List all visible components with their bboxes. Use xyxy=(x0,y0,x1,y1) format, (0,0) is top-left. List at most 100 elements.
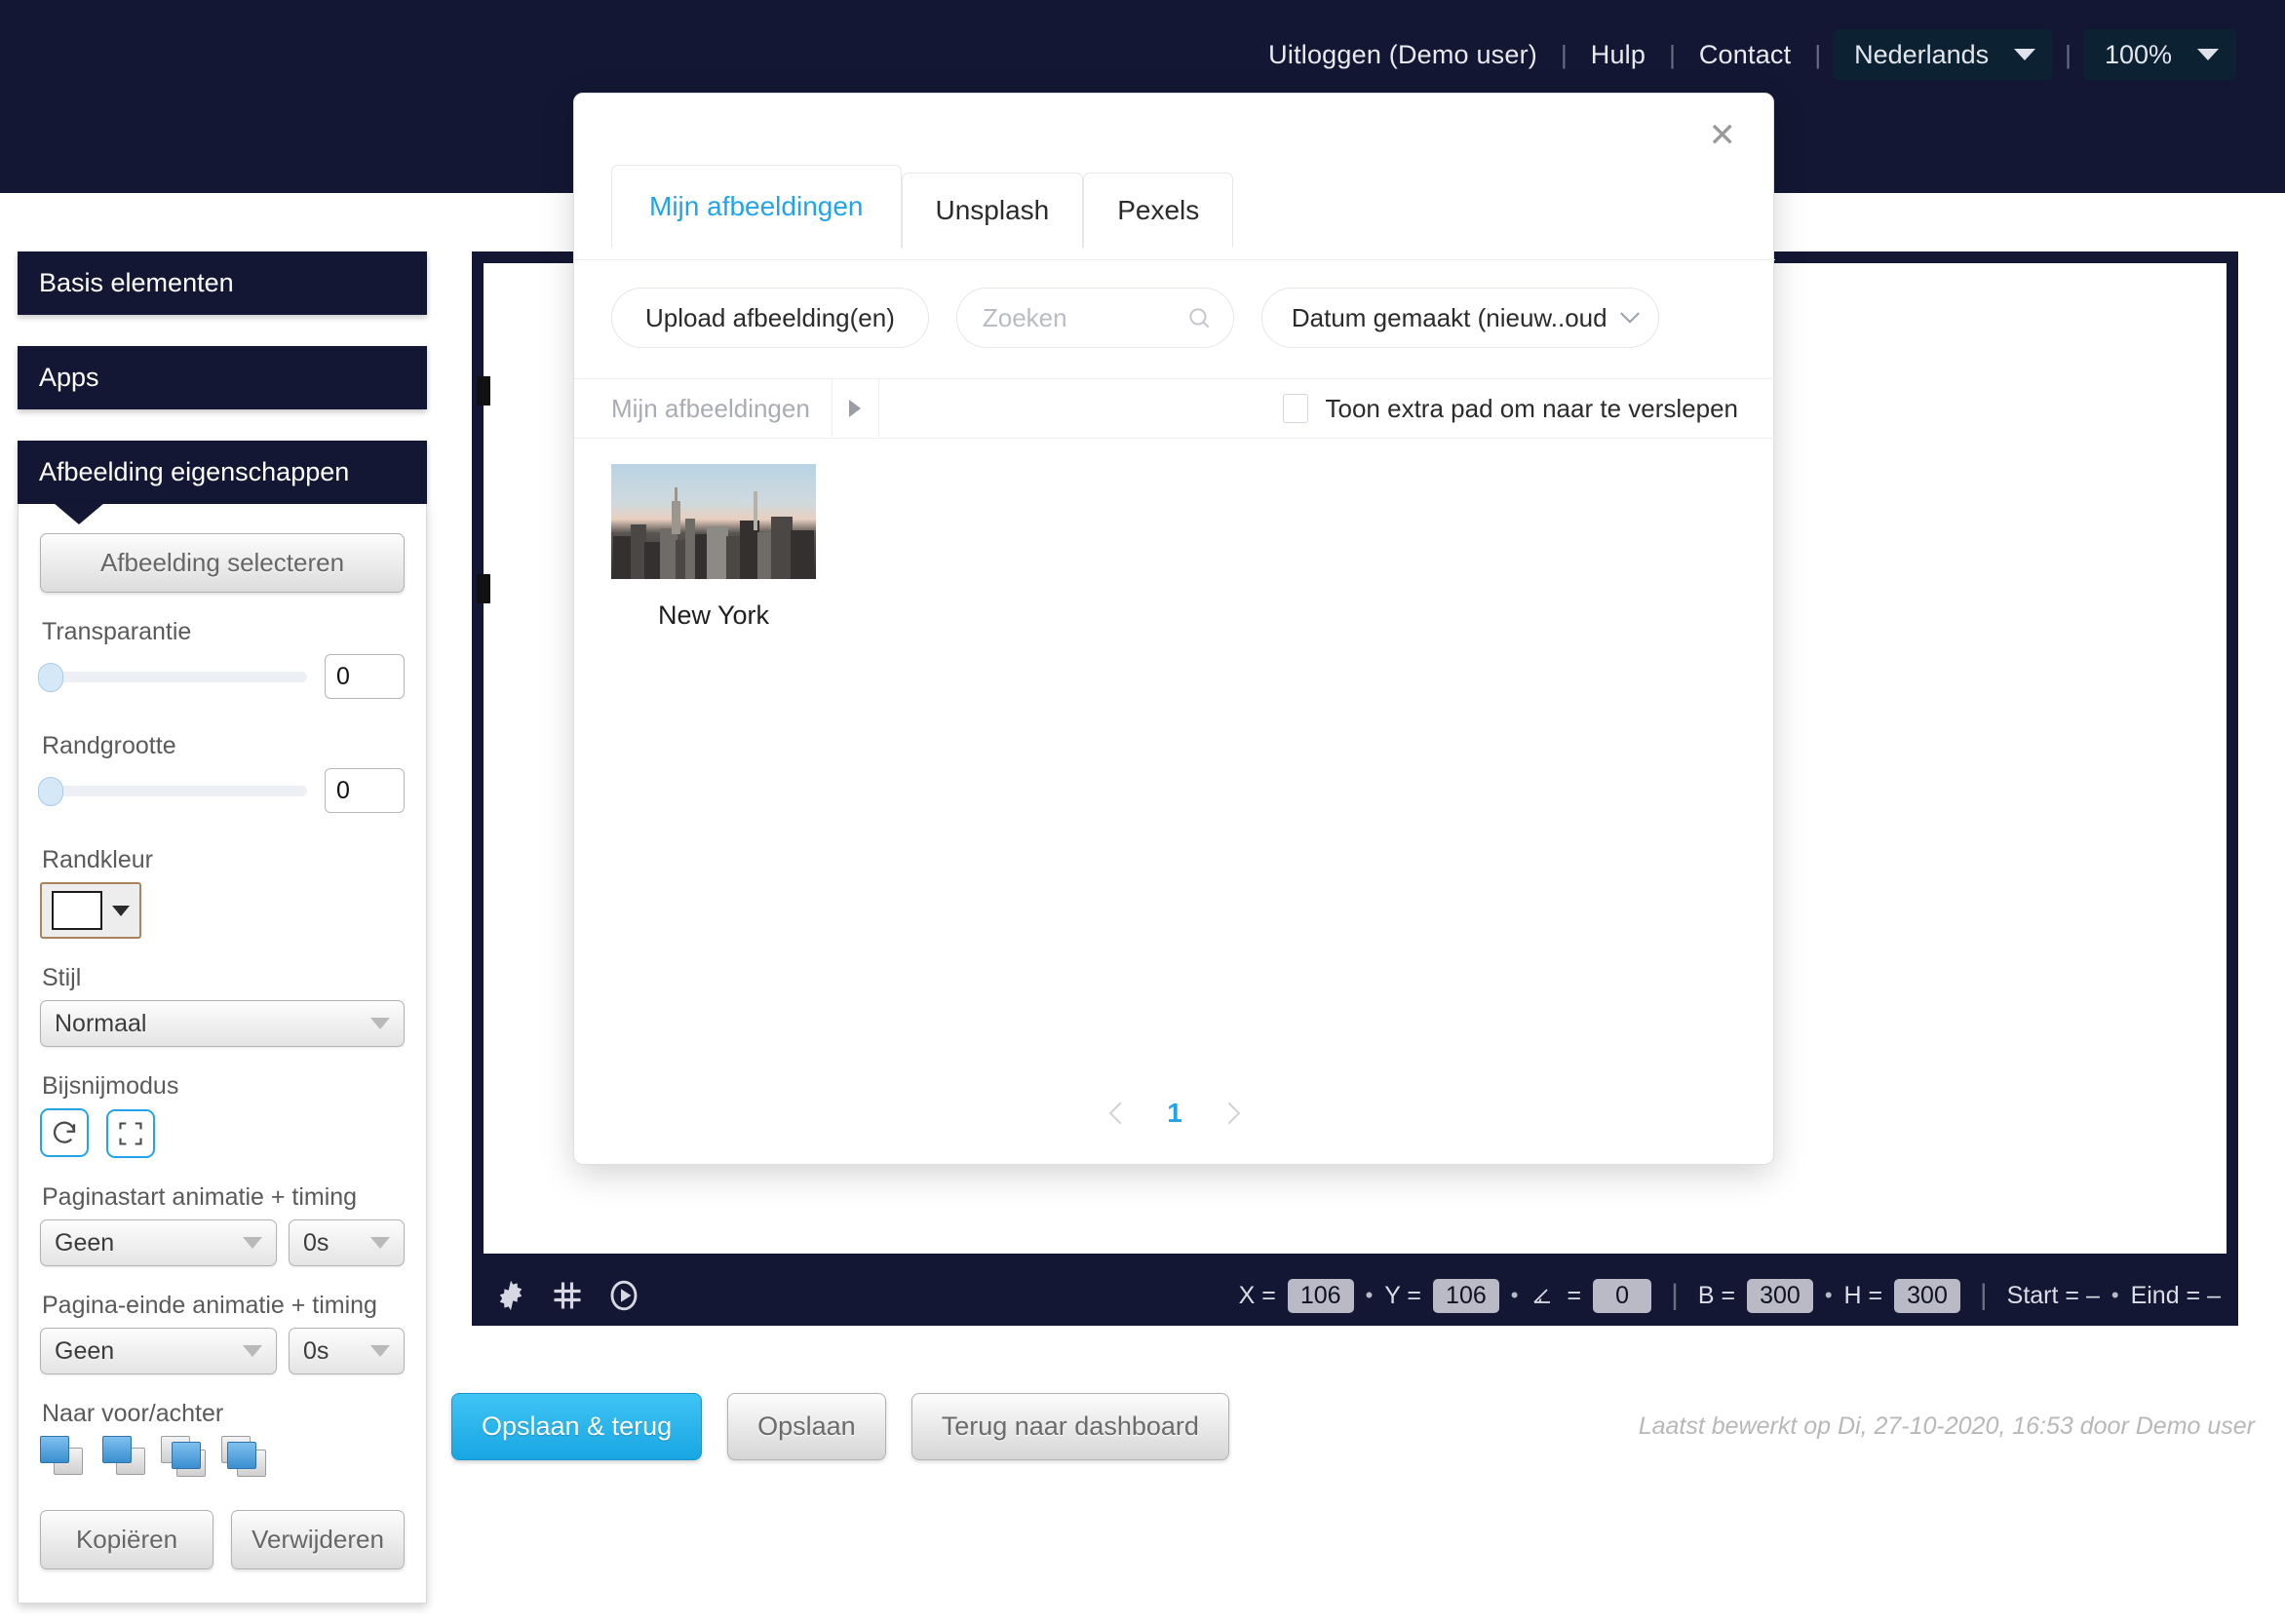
start-text: Start = – xyxy=(2006,1281,2100,1309)
chevron-down-icon xyxy=(242,1345,262,1357)
border-size-slider[interactable] xyxy=(38,776,307,806)
end-text: Eind = – xyxy=(2130,1281,2221,1309)
crop-mode-fit-button[interactable] xyxy=(106,1109,156,1158)
language-selector[interactable]: Nederlands xyxy=(1833,29,2054,80)
width-label: B = xyxy=(1697,1281,1736,1309)
transparency-input[interactable]: 0 xyxy=(325,654,405,699)
crop-mode-label: Bijsnijmodus xyxy=(42,1072,179,1100)
border-size-input[interactable]: 0 xyxy=(325,768,405,813)
show-drag-path-label: Toon extra pad om naar te verslepen xyxy=(1325,393,1738,423)
image-picker-modal: ✕ Mijn afbeeldingen Unsplash Pexels Uplo… xyxy=(573,93,1775,1165)
sort-select[interactable]: Datum gemaakt (nieuw..oud xyxy=(1260,288,1659,348)
send-to-back-icon[interactable] xyxy=(221,1436,268,1477)
search-input[interactable]: Zoeken xyxy=(955,288,1234,348)
width-input[interactable]: 300 xyxy=(1747,1278,1813,1313)
tab-pexels[interactable]: Pexels xyxy=(1083,173,1234,248)
transparency-slider[interactable] xyxy=(38,662,307,692)
grid-icon[interactable] xyxy=(550,1278,585,1313)
page-end-animation-row: Geen 0s xyxy=(40,1328,405,1374)
sidebar-panel-basis-elementen[interactable]: Basis elementen xyxy=(18,251,427,315)
thumbnail-image xyxy=(611,464,816,579)
separator-dot: • xyxy=(2111,1283,2119,1307)
contact-link[interactable]: Contact xyxy=(1676,29,1814,80)
nav-separator: | xyxy=(1669,40,1676,69)
page-end-timing-select[interactable]: 0s xyxy=(288,1328,405,1374)
page-end-animation-value: Geen xyxy=(55,1336,115,1365)
angle-input[interactable]: 0 xyxy=(1593,1278,1652,1313)
style-label: Stijl xyxy=(42,964,82,991)
canvas-status-bar: X = 106 • Y = 106 • = 0 | B = 300 • H = … xyxy=(472,1265,2238,1326)
slider-handle[interactable] xyxy=(38,662,63,692)
x-label: X = xyxy=(1238,1281,1276,1309)
selection-handle[interactable] xyxy=(477,574,490,603)
chevron-right-icon xyxy=(849,400,862,417)
x-input[interactable]: 106 xyxy=(1287,1278,1354,1313)
y-label: Y = xyxy=(1384,1281,1422,1309)
save-button[interactable]: Opslaan xyxy=(727,1392,886,1460)
panel-pointer-arrow xyxy=(54,503,104,524)
chevron-right-icon[interactable] xyxy=(1218,1102,1241,1125)
zoom-selector[interactable]: 100% xyxy=(2082,29,2236,80)
page-start-animation-value: Geen xyxy=(55,1228,115,1257)
back-to-dashboard-button[interactable]: Terug naar dashboard xyxy=(910,1392,1229,1460)
sidebar-panel-image-properties[interactable]: Afbeelding eigenschappen xyxy=(18,441,427,504)
transparency-label: Transparantie xyxy=(42,618,192,645)
gallery-item-new-york[interactable]: New York xyxy=(611,464,816,631)
select-image-button[interactable]: Afbeelding selecteren xyxy=(40,533,405,593)
rotate-icon xyxy=(53,1121,76,1143)
chevron-down-icon xyxy=(370,1018,390,1029)
show-drag-path-checkbox[interactable] xyxy=(1282,394,1308,423)
style-select-value: Normaal xyxy=(55,1009,147,1037)
page-start-animation-label: Paginastart animatie + timing xyxy=(42,1183,358,1211)
style-select[interactable]: Normaal xyxy=(40,1000,405,1047)
border-color-picker[interactable] xyxy=(40,882,141,939)
gear-icon[interactable] xyxy=(493,1278,528,1313)
nav-separator: | xyxy=(1560,40,1568,69)
logout-link[interactable]: Uitloggen (Demo user) xyxy=(1245,29,1561,80)
chevron-down-icon xyxy=(2197,49,2219,60)
bottom-action-bar: Opslaan & terug Opslaan Terug naar dashb… xyxy=(451,1392,2255,1460)
border-size-label: Randgrootte xyxy=(42,732,176,759)
page-end-animation-select[interactable]: Geen xyxy=(40,1328,277,1374)
close-icon[interactable]: ✕ xyxy=(1709,119,1737,152)
sidebar-panel-apps[interactable]: Apps xyxy=(18,346,427,409)
page-end-animation-label: Pagina-einde animatie + timing xyxy=(42,1292,377,1319)
bring-to-front-icon[interactable] xyxy=(40,1436,87,1477)
layer-order-buttons xyxy=(40,1436,405,1477)
tab-my-images[interactable]: Mijn afbeeldingen xyxy=(611,165,902,248)
crop-mode-rotate-button[interactable] xyxy=(40,1108,89,1157)
y-input[interactable]: 106 xyxy=(1433,1278,1499,1313)
page-number-1[interactable]: 1 xyxy=(1167,1098,1182,1129)
panel-action-buttons: Kopiëren Verwijderen xyxy=(40,1510,405,1569)
page-start-timing-select[interactable]: 0s xyxy=(288,1219,405,1266)
breadcrumb[interactable]: Mijn afbeeldingen xyxy=(574,379,833,438)
slider-handle[interactable] xyxy=(38,776,63,806)
thumbnail-label: New York xyxy=(657,600,770,630)
modal-tabs: Mijn afbeeldingen Unsplash Pexels xyxy=(611,165,1234,248)
chevron-left-icon[interactable] xyxy=(1108,1102,1132,1125)
save-and-back-button[interactable]: Opslaan & terug xyxy=(451,1392,703,1460)
border-color-label: Randkleur xyxy=(42,846,153,873)
selection-handle[interactable] xyxy=(477,376,490,406)
delete-button[interactable]: Verwijderen xyxy=(231,1510,405,1569)
crop-mode-buttons xyxy=(40,1108,405,1158)
chevron-down-icon xyxy=(112,905,130,916)
bring-forward-icon[interactable] xyxy=(100,1436,147,1477)
page-start-animation-select[interactable]: Geen xyxy=(40,1219,277,1266)
tab-unsplash[interactable]: Unsplash xyxy=(901,173,1084,248)
separator-dot: • xyxy=(1365,1283,1374,1307)
play-icon[interactable] xyxy=(606,1278,641,1313)
height-input[interactable]: 300 xyxy=(1894,1278,1960,1313)
separator-dot: • xyxy=(1510,1283,1519,1307)
chevron-down-icon xyxy=(370,1345,390,1357)
border-size-row: 0 xyxy=(38,768,405,813)
breadcrumb-next-button[interactable] xyxy=(833,379,879,438)
zoom-label: 100% xyxy=(2104,39,2172,69)
upload-images-button[interactable]: Upload afbeelding(en) xyxy=(611,288,929,348)
help-link[interactable]: Hulp xyxy=(1568,29,1669,80)
copy-button[interactable]: Kopiëren xyxy=(40,1510,213,1569)
layer-order-label: Naar voor/achter xyxy=(42,1400,224,1427)
top-navigation: Uitloggen (Demo user) | Hulp | Contact |… xyxy=(1245,29,2248,80)
send-backward-icon[interactable] xyxy=(161,1436,208,1477)
show-drag-path-checkbox-row[interactable]: Toon extra pad om naar te verslepen xyxy=(1282,379,1775,438)
